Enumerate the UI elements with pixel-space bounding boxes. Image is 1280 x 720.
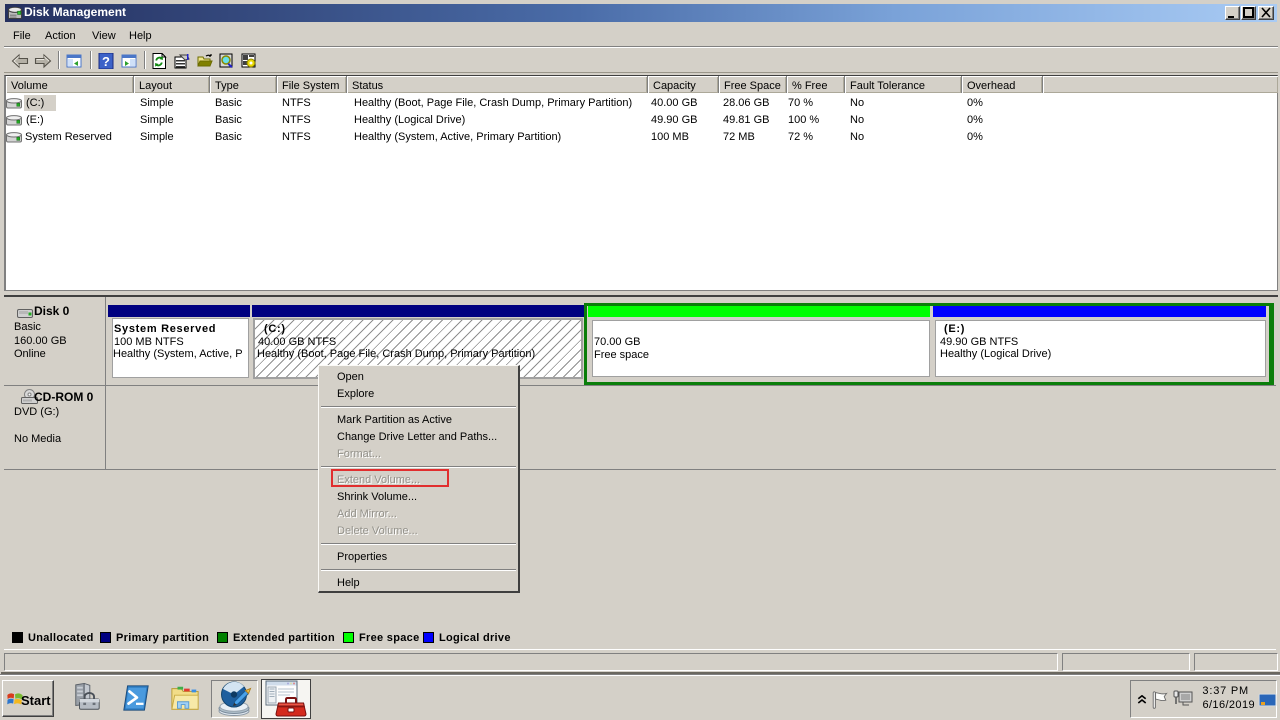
svg-text:?: ? (102, 54, 110, 69)
